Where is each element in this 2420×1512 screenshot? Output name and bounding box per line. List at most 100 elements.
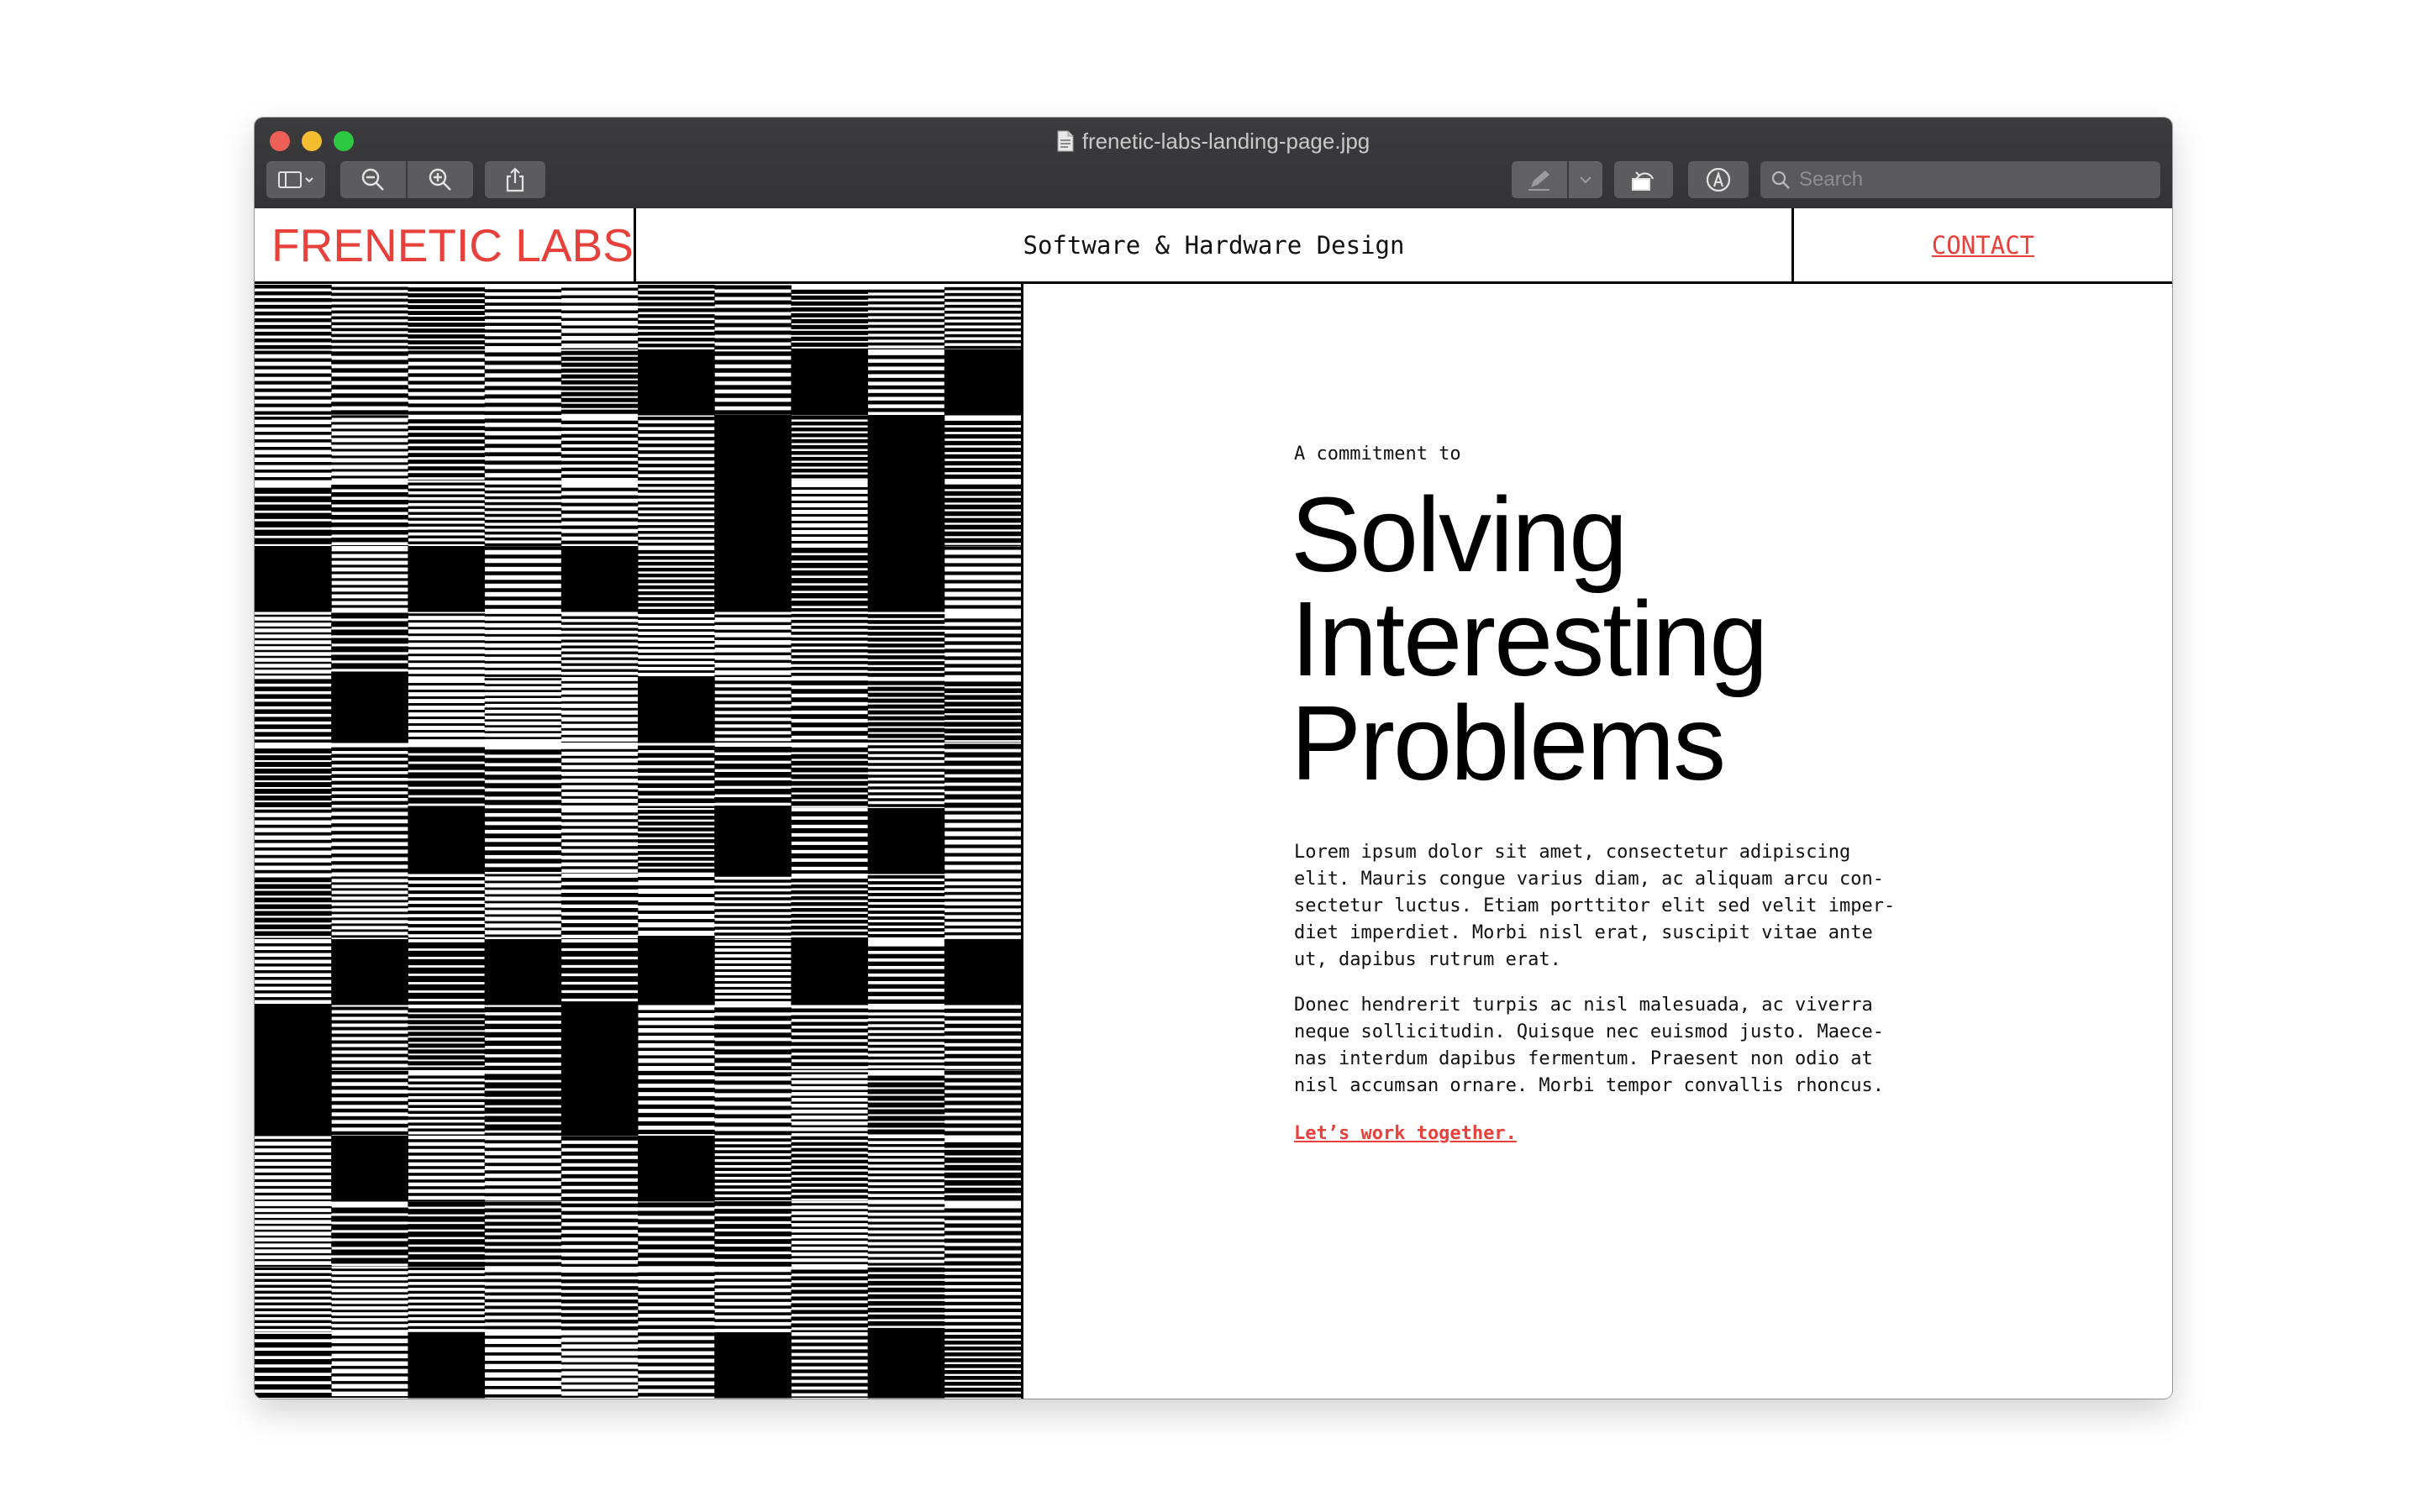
pattern-stripe [714,1066,792,1070]
pattern-stripe [331,1100,408,1105]
pattern-stripe [638,297,715,301]
pattern-stripe [408,660,486,664]
pattern-stripe [714,1122,792,1127]
pattern-stripe [255,304,332,309]
contact-link[interactable]: CONTACT [1791,208,2172,281]
pattern-stripe [791,1283,869,1288]
pattern-stripe [714,927,792,930]
pattern-stripe [791,625,869,629]
pattern-stripe [331,911,408,915]
pattern-stripe [255,789,332,794]
pattern-stripe [331,1026,408,1031]
pattern-stripe [560,474,639,478]
site-logo[interactable]: FRENETIC LABS [255,208,636,281]
pattern-stripe [560,302,639,306]
pattern-stripe [560,1306,639,1310]
pattern-stripe [560,1248,639,1253]
sidebar-toggle-button[interactable] [266,161,325,198]
pattern-stripe [484,1208,562,1213]
share-button[interactable] [485,161,545,198]
markup-pen-button[interactable] [1512,161,1567,198]
cta-link[interactable]: Let’s work together. [1294,1123,1517,1144]
pattern-stripe [791,1035,869,1040]
pattern-stripe [484,1163,562,1167]
pattern-stripe [484,660,562,664]
pattern-stripe [408,506,486,509]
pattern-stripe [408,1200,486,1201]
pattern-stripe [560,937,639,939]
pattern-stripe [408,1209,486,1215]
pattern-stripe [255,1342,332,1348]
pattern-stripe [255,661,332,664]
pattern-stripe [944,1294,1021,1299]
pattern-stripe [484,1200,562,1201]
search-field[interactable] [1760,161,2160,198]
pattern-stripe [408,1254,486,1260]
pattern-block [638,939,715,1005]
pattern-stripe [791,1349,869,1353]
pattern-stripe [867,336,945,340]
pattern-stripe [255,620,332,623]
pattern-stripe [255,358,332,362]
pattern-stripe [560,420,639,424]
pattern-stripe [638,602,715,607]
pattern-stripe [714,986,792,990]
pattern-stripe [944,681,1021,687]
pattern-stripe [867,1138,945,1142]
pattern-stripe [560,976,639,982]
pattern-stripe [638,911,715,914]
pattern-stripe [944,735,1021,741]
pattern-stripe [408,723,486,727]
pattern-stripe [638,863,715,867]
pattern-stripe [331,507,408,512]
markup-options-button[interactable] [1569,161,1602,198]
pattern-stripe [560,951,639,957]
search-input[interactable] [1797,167,2137,192]
pattern-stripe [560,687,639,690]
pattern-stripe [408,1116,486,1120]
rotate-button[interactable] [1614,161,1673,198]
markup-toolbar-button[interactable] [1688,161,1749,198]
pattern-stripe [255,1393,332,1398]
pattern-stripe [714,1326,792,1329]
pattern-stripe [944,1149,1021,1156]
pattern-stripe [791,1250,869,1253]
pattern-stripe [331,292,408,297]
pattern-stripe [791,456,869,461]
pattern-stripe [484,289,562,292]
pattern-stripe [560,1151,639,1156]
pattern-stripe [331,1292,408,1295]
pattern-stripe [331,1310,408,1313]
pattern-stripe [484,1170,562,1174]
pattern-stripe [714,1072,792,1077]
pattern-stripe [331,876,408,879]
pattern-stripe [867,751,945,754]
pattern-stripe [714,637,792,641]
pattern-stripe [408,500,486,503]
pattern-stripe [484,1242,562,1247]
pattern-stripe [331,1373,408,1377]
pattern-block [714,546,792,612]
pattern-stripe [560,287,639,291]
pattern-stripe [484,580,562,584]
pattern-stripe [944,460,1021,466]
zoom-out-button[interactable] [340,161,406,198]
zoom-in-button[interactable] [408,161,473,198]
pattern-stripe [791,1221,869,1224]
pattern-stripe [791,520,869,524]
pattern-stripe [867,898,945,902]
pattern-stripe [867,991,945,996]
pattern-stripe [255,447,332,450]
pattern-stripe [944,1208,1021,1213]
pattern-stripe [944,656,1021,660]
pattern-stripe [714,659,792,664]
pattern-stripe [791,1396,869,1398]
pattern-stripe [255,1211,332,1215]
pattern-stripe [791,1310,869,1315]
pattern-stripe [944,1016,1021,1021]
pattern-stripe [638,291,715,295]
pattern-stripe [408,346,486,349]
pattern-stripe [484,1228,562,1233]
pattern-stripe [791,811,869,816]
pattern-stripe [484,887,562,890]
